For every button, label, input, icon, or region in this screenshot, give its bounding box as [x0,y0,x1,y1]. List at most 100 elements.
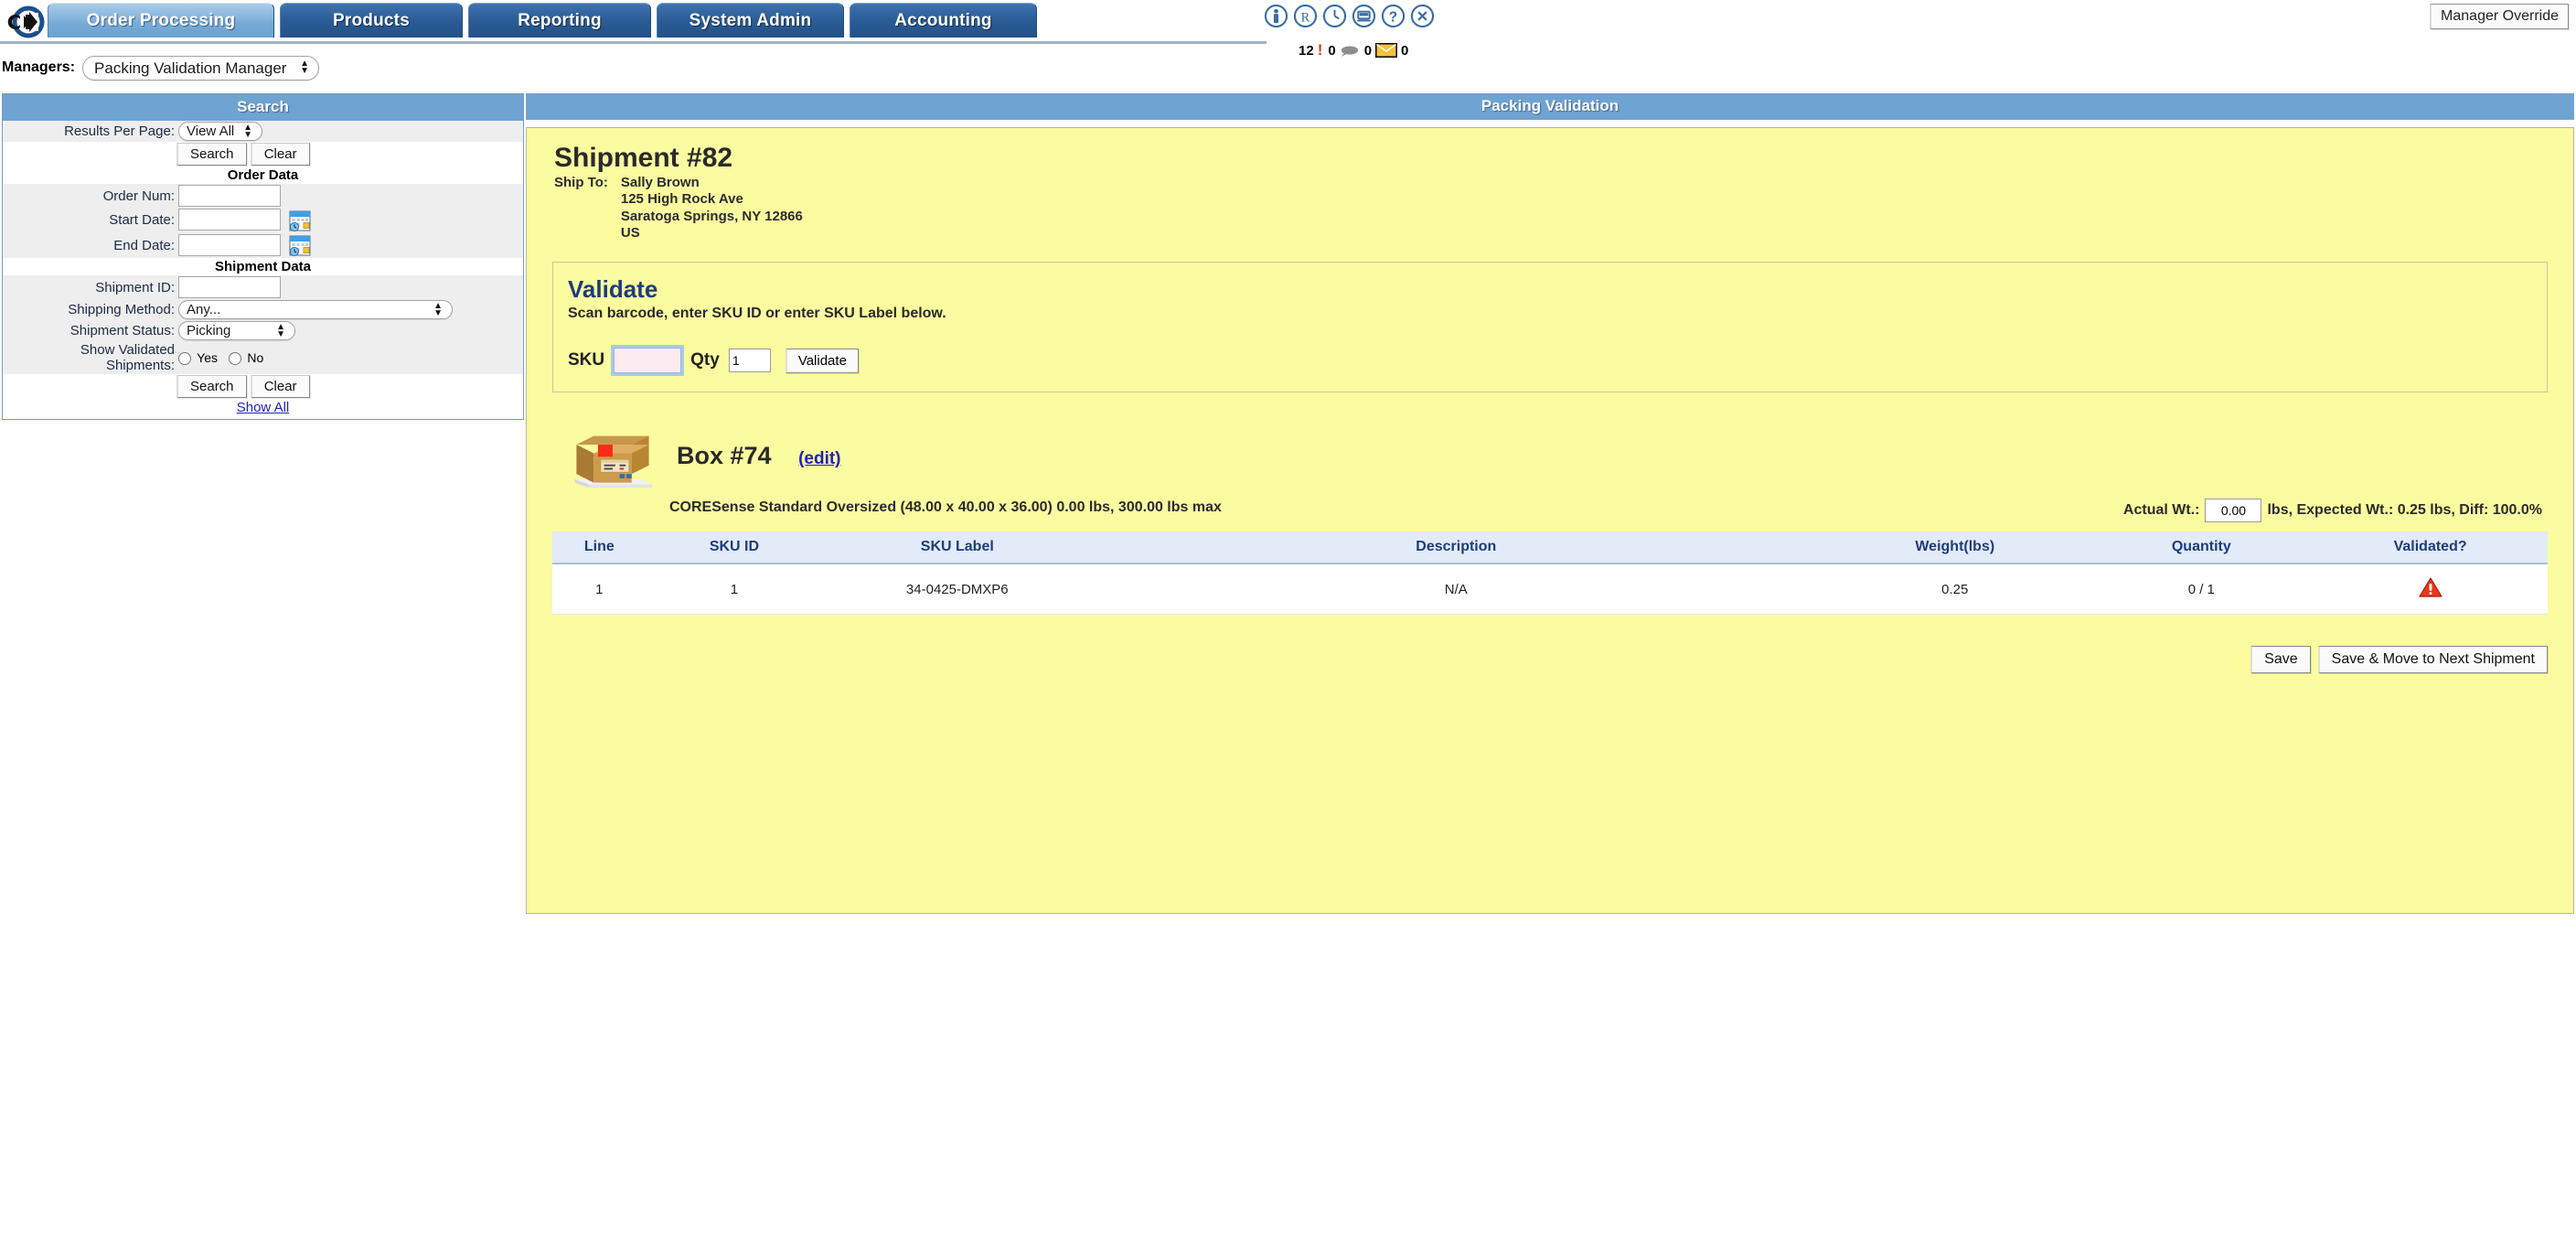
calendar-picker-icon[interactable] [288,209,312,232]
box-edit-link[interactable]: (edit) [798,449,840,468]
svg-text:R: R [1301,10,1310,25]
tab-system-admin[interactable]: System Admin [657,3,844,38]
tab-accounting[interactable]: Accounting [850,3,1037,38]
cell-validated [2313,564,2548,616]
save-and-next-button[interactable]: Save & Move to Next Shipment [2317,646,2548,674]
shipping-method-wrapper[interactable]: Any... ▲ ▼ [178,300,453,320]
bottom-buttons-cell: Search Clear [176,374,523,400]
end-date-input[interactable] [178,233,281,256]
help-question-icon[interactable]: ? [1381,4,1406,28]
nav-divider [0,41,1267,44]
show-validated-no-radio[interactable] [229,351,242,365]
top-navigation-bar: Order Processing Products Reporting Syst… [0,0,2576,59]
validate-subtitle: Scan barcode, enter SKU ID or enter SKU … [568,306,946,322]
ship-to-block: Ship To: Sally Brown 125 High Rock Ave S… [554,175,2557,242]
monitor-screen-icon[interactable] [1352,4,1376,28]
actual-weight-input[interactable] [2205,499,2262,523]
tab-order-processing[interactable]: Order Processing [48,3,274,38]
footer-buttons-row: Save Save & Move to Next Shipment [543,646,2548,674]
weight-summary-row: Actual Wt.: lbs, Expected Wt.: 0.25 lbs,… [2123,499,2548,523]
shipment-detail-area: Shipment #82 Ship To: Sally Brown 125 Hi… [526,127,2574,914]
managers-select-wrapper[interactable]: Packing Validation Manager ▲ ▼ [82,55,320,81]
sku-entry-row: SKU Qty Validate [568,345,2532,377]
save-button[interactable]: Save [2250,646,2311,674]
show-validated-yes-radio[interactable] [178,351,191,365]
search-button-bottom[interactable]: Search [176,375,247,399]
column-header-description: Description [1092,531,1821,565]
box-title-block: Box #74 (edit) [677,427,841,470]
qty-label: Qty [690,350,720,370]
box-title: Box #74 (edit) [677,442,841,470]
weight-summary-text: lbs, Expected Wt.: 0.25 lbs, Diff: 100.0… [2267,502,2542,519]
shipping-method-label: Shipping Method: [3,299,176,321]
sku-label: SKU [568,350,605,370]
packing-validation-panel: Packing Validation Shipment #82 Ship To:… [526,93,2574,914]
line-items-table: Line SKU ID SKU Label Description Weight… [552,531,2548,616]
validate-section: Validate Scan barcode, enter SKU ID or e… [552,262,2548,393]
tab-reporting[interactable]: Reporting [468,3,651,38]
shipment-status-wrapper[interactable]: Picking ▲ ▼ [178,321,295,341]
managers-select[interactable]: Packing Validation Manager [82,55,320,81]
box-meta-row: CORESense Standard Oversized (48.00 x 40… [552,499,2548,523]
manager-override-button[interactable]: Manager Override [2430,4,2569,29]
qty-input[interactable] [728,349,771,373]
shipment-id-input[interactable] [178,276,281,299]
address-line-3: Saratoga Springs, NY 12866 [620,208,803,224]
svg-text:?: ? [1389,9,1397,25]
ship-to-address: Sally Brown 125 High Rock Ave Saratoga S… [621,175,803,242]
address-line-1: Sally Brown [620,175,700,190]
results-per-page-select[interactable]: View All [178,122,262,141]
main-panel-header: Packing Validation [526,93,2574,120]
close-x-icon[interactable] [1410,4,1435,28]
column-header-sku-id: SKU ID [646,531,823,565]
box-section: Box #74 (edit) CORESense Standard Oversi… [552,427,2548,616]
shipment-data-section-title: Shipment Data [3,258,523,276]
end-date-label: End Date: [3,232,176,259]
shipment-status-label: Shipment Status: [3,320,176,342]
ship-to-label: Ship To: [554,175,608,190]
search-panel-header: Search [3,94,523,121]
order-num-input[interactable] [178,185,281,207]
column-header-line: Line [552,531,647,565]
show-all-link[interactable]: Show All [237,400,290,415]
cell-weight: 0.25 [1820,564,2090,616]
tab-products[interactable]: Products [280,3,463,38]
search-form-table: Results Per Page: View All ▲ ▼ Search Cle… [3,121,523,400]
shipping-method-select[interactable]: Any... [178,300,453,320]
radio-no-label: No [247,349,264,365]
validate-button[interactable]: Validate [785,348,859,373]
cell-sku-label: 34-0425-DMXP6 [822,564,1093,616]
spacer-cell [3,142,176,166]
start-date-input[interactable] [178,209,281,231]
cardboard-box-icon [574,435,653,488]
clear-button-top[interactable]: Clear [250,143,310,166]
radio-yes-label: Yes [197,349,219,365]
table-header-row: Line SKU ID SKU Label Description Weight… [552,531,2548,565]
search-button-top[interactable]: Search [176,143,247,166]
table-row[interactable]: 1 1 34-0425-DMXP6 N/A 0.25 0 / 1 [552,564,2548,616]
order-data-section-title: Order Data [3,166,523,184]
box-header-row: Box #74 (edit) [552,427,2548,491]
spacer-cell [3,374,176,400]
shipment-status-select[interactable]: Picking [178,321,295,341]
person-info-icon[interactable] [1264,4,1288,28]
validate-title: Validate [568,275,658,304]
results-per-page-label: Results Per Page: [3,121,176,142]
box-dimensions-text: CORESense Standard Oversized (48.00 x 40… [669,499,1222,516]
address-line-4: US [620,224,640,241]
shipment-title: Shipment #82 [554,143,733,173]
clock-icon[interactable] [1322,4,1347,28]
warning-triangle-icon [2419,577,2442,597]
column-header-quantity: Quantity [2090,531,2314,565]
registered-r-icon[interactable]: R [1293,4,1318,28]
cell-sku-id: 1 [646,564,823,616]
order-num-label: Order Num: [3,184,176,208]
results-per-page-wrapper[interactable]: View All ▲ ▼ [178,122,262,141]
clear-button-bottom[interactable]: Clear [250,375,310,399]
show-validated-label-line2: Shipments: [105,358,175,374]
calendar-picker-icon[interactable] [288,234,312,257]
app-logo[interactable] [7,5,49,38]
sku-input[interactable] [611,345,685,377]
main-tab-strip[interactable]: Order Processing Products Reporting Syst… [48,3,1037,41]
cell-description: N/A [1092,564,1821,616]
